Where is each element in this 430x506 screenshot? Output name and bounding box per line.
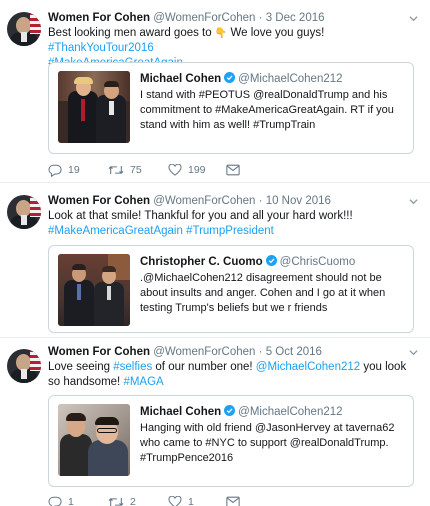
envelope-icon [226,164,240,176]
reply-icon [48,496,62,506]
tweet-text: Look at that smile! Thankful for you and… [48,210,353,237]
retweet-count: 2 [130,496,136,506]
reply-count: 1 [68,496,74,506]
author-name[interactable]: Women For Cohen [48,12,150,24]
tweet-1[interactable]: Women For Cohen @WomenForCohen · 3 Dec 2… [0,0,430,177]
quoted-tweet[interactable]: Michael Cohen @MichaelCohen212 I stand wi… [48,62,414,154]
avatar[interactable] [7,195,41,229]
quoted-tweet-header: Michael Cohen @MichaelCohen212 [140,405,343,419]
chevron-down-icon[interactable] [409,197,418,206]
chevron-down-icon[interactable] [409,348,418,357]
quoted-tweet-header: Michael Cohen @MichaelCohen212 [140,72,343,86]
like-button[interactable]: 1 [168,494,194,506]
message-button[interactable] [226,494,240,506]
chevron-down-icon[interactable] [409,14,418,23]
like-count: 1 [188,496,194,506]
reply-button[interactable]: 19 [48,162,80,178]
envelope-icon [226,496,240,506]
tweet-text: Love seeing #selfies of our number one! … [48,361,407,388]
retweet-icon [108,166,124,174]
tweet-header: Women For Cohen @WomenForCohen · 10 Nov … [48,195,331,207]
hashtag-link[interactable]: #ThankYouTour2016 [48,42,154,54]
reply-icon [48,164,62,177]
hashtag-link[interactable]: #TrumpPresident [186,225,274,237]
retweet-button[interactable]: 2 [108,494,136,506]
tweet-date[interactable]: 3 Dec 2016 [266,12,325,24]
like-button[interactable]: 199 [168,162,206,178]
quoted-author-name[interactable]: Michael Cohen [140,406,221,418]
quoted-tweet-text: .@MichaelCohen212 disagreement should no… [140,272,386,314]
tweet-date[interactable]: 10 Nov 2016 [266,195,331,207]
tweet-2[interactable]: Women For Cohen @WomenForCohen · 10 Nov … [0,183,430,333]
author-handle[interactable]: @WomenForCohen [153,346,255,358]
quoted-tweet-photo [58,404,130,476]
quoted-author-handle[interactable]: @ChrisCuomo [280,256,356,268]
author-handle[interactable]: @WomenForCohen [153,195,255,207]
verified-badge-icon [224,405,236,416]
tweet-header: Women For Cohen @WomenForCohen · 3 Dec 2… [48,12,325,24]
quoted-tweet-photo [58,254,130,326]
quoted-tweet-text: Hanging with old friend @JasonHervey at … [140,422,395,464]
retweet-icon [108,498,124,506]
quoted-author-name[interactable]: Christopher C. Cuomo [140,256,263,268]
quoted-tweet[interactable]: Michael Cohen @MichaelCohen212 Hanging wi… [48,395,414,487]
reply-count: 19 [68,164,80,176]
quoted-tweet-photo [58,71,130,143]
author-name[interactable]: Women For Cohen [48,195,150,207]
tweet-date[interactable]: 5 Oct 2016 [266,346,322,358]
verified-badge-icon [265,255,277,266]
author-handle[interactable]: @WomenForCohen [153,12,255,24]
author-name[interactable]: Women For Cohen [48,346,150,358]
verified-badge-icon [224,72,236,83]
tweet-actions: 19 75 199 [48,162,288,178]
heart-icon [168,164,182,176]
hashtag-link[interactable]: #MakeAmericaGreatAgain [48,225,183,237]
retweet-count: 75 [130,164,142,176]
like-count: 199 [188,164,206,176]
retweet-button[interactable]: 75 [108,162,142,178]
quoted-author-handle[interactable]: @MichaelCohen212 [238,73,342,85]
avatar[interactable] [7,349,41,383]
pointing-down-emoji: 👇 [214,28,228,39]
reply-button[interactable]: 1 [48,494,74,506]
message-button[interactable] [226,162,240,178]
avatar[interactable] [7,12,41,46]
quoted-tweet-header: Christopher C. Cuomo @ChrisCuomo [140,255,355,269]
tweet-3[interactable]: Women For Cohen @WomenForCohen · 5 Oct 2… [0,338,430,506]
mention-link[interactable]: @MichaelCohen212 [256,361,360,373]
quoted-author-name[interactable]: Michael Cohen [140,73,221,85]
quoted-author-handle[interactable]: @MichaelCohen212 [238,406,342,418]
tweet-header: Women For Cohen @WomenForCohen · 5 Oct 2… [48,346,322,358]
hashtag-link[interactable]: #selfies [113,361,152,373]
hashtag-link[interactable]: #MAGA [123,376,163,388]
heart-icon [168,496,182,506]
quoted-tweet-text: I stand with #PEOTUS @realDonaldTrump an… [140,89,394,131]
quoted-tweet[interactable]: Christopher C. Cuomo @ChrisCuomo .@Michae… [48,245,414,333]
tweet-actions: 1 2 1 [48,494,288,506]
